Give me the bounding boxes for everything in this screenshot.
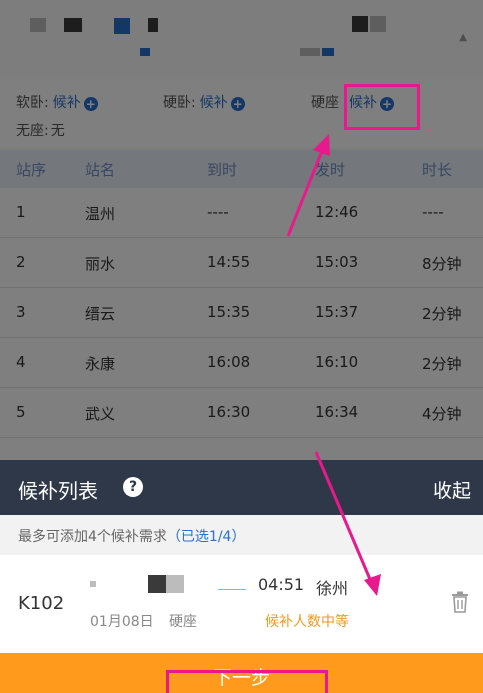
arrow-up xyxy=(286,145,326,237)
arrow-down xyxy=(314,451,374,585)
arrow-down-head xyxy=(364,574,381,596)
tutorial-arrows xyxy=(286,134,381,596)
arrow-up-head xyxy=(313,134,330,156)
